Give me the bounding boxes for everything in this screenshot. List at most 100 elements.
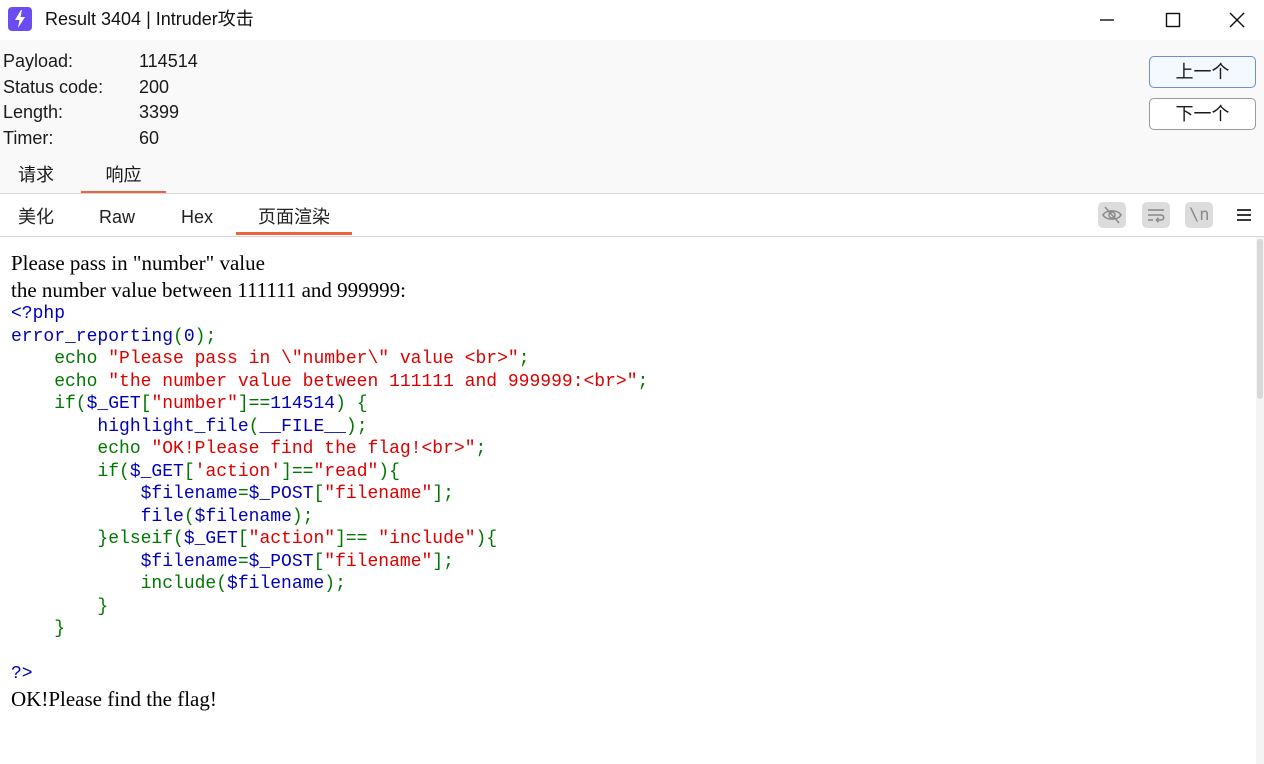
tab-request[interactable]: 请求 — [10, 160, 62, 191]
code-token: $filename — [194, 506, 292, 527]
code-token: ); — [194, 326, 217, 347]
previous-button[interactable]: 上一个 — [1149, 56, 1256, 88]
code-token: ]; — [432, 484, 454, 504]
view-mode-tabs: 美化 Raw Hex 页面渲染 \n — [0, 194, 1264, 236]
code-token: ?> — [11, 664, 33, 684]
code-token: ; — [475, 439, 487, 459]
code-token: [ — [183, 461, 195, 482]
code-token: "include" — [378, 529, 476, 549]
code-token: ); — [345, 416, 368, 437]
window-title: Result 3404 | Intruder攻击 — [45, 9, 254, 29]
maximize-button[interactable] — [1141, 0, 1205, 40]
close-button[interactable] — [1205, 0, 1264, 40]
code-token: ]; — [432, 551, 454, 572]
code-token: ( — [173, 326, 184, 347]
code-token: ; — [518, 349, 530, 369]
code-token: [ — [140, 394, 152, 414]
code-token: "number" — [151, 394, 238, 414]
vertical-scrollbar[interactable] — [1256, 237, 1264, 764]
code-line: if($_GET['action']=="read"){ — [11, 461, 648, 484]
options-menu-button[interactable] — [1230, 202, 1256, 228]
code-token: ){ — [378, 461, 400, 482]
code-token: __FILE__ — [259, 416, 346, 437]
code-line: echo "OK!Please find the flag!<br>"; — [11, 438, 648, 461]
request-response-tabs: 请求 响应 — [0, 160, 400, 194]
menu-icon — [1237, 209, 1251, 221]
hide-toggle-button[interactable] — [1098, 202, 1126, 228]
code-line: file($filename); — [11, 506, 648, 529]
code-token: $filename — [140, 551, 238, 572]
minimize-icon — [1100, 19, 1114, 21]
status-code-label: Status code: — [3, 77, 104, 97]
code-token: ( — [183, 506, 195, 527]
code-token: } — [11, 596, 109, 617]
code-token: } — [11, 619, 66, 639]
code-token: $filename — [140, 484, 238, 504]
length-value: 3399 — [139, 102, 180, 122]
code-token: error_reporting — [11, 326, 174, 347]
code-token: [ — [237, 529, 249, 549]
show-newlines-button[interactable]: \n — [1185, 202, 1213, 228]
code-token: "filename" — [324, 551, 433, 572]
payload-value: 114514 — [139, 51, 198, 71]
code-token: ) { — [335, 394, 368, 414]
code-token: $_GET — [86, 394, 141, 414]
title-bar: Result 3404 | Intruder攻击 — [0, 0, 1264, 40]
minimize-button[interactable] — [1075, 0, 1139, 40]
code-line: } — [11, 596, 648, 619]
intruder-result-window: Result 3404 | Intruder攻击 Payload: 114514… — [0, 0, 1264, 764]
code-token: = — [237, 551, 249, 572]
code-token: echo — [11, 349, 109, 369]
code-token: ){ — [475, 529, 498, 549]
code-token: echo — [11, 439, 152, 459]
scrollbar-thumb[interactable] — [1257, 239, 1263, 399]
maximize-icon — [1165, 12, 1181, 28]
code-token: "filename" — [324, 484, 433, 504]
code-token: if( — [11, 461, 130, 482]
code-token: ]== — [281, 461, 314, 482]
rendered-page-view[interactable]: Please pass in "number" value the number… — [0, 237, 1256, 764]
status-code-value: 200 — [139, 77, 170, 97]
code-line: echo "the number value between 111111 an… — [11, 371, 648, 394]
burp-lightning-icon — [8, 7, 32, 31]
code-token: ); — [324, 574, 346, 594]
code-token: 114514 — [270, 394, 336, 414]
code-token: ); — [291, 506, 314, 527]
next-button[interactable]: 下一个 — [1149, 98, 1256, 130]
rendered-text-line: OK!Please find the flag! — [11, 687, 217, 711]
code-line: <?php — [11, 303, 648, 326]
code-token: ]== — [335, 529, 379, 549]
code-token: ]== — [237, 394, 271, 414]
timer-value: 60 — [139, 128, 160, 148]
newline-icon: \n — [1189, 205, 1210, 225]
code-line: }elseif($_GET["action"]== "include"){ — [11, 528, 648, 551]
code-token: "read" — [313, 461, 379, 482]
tab-response[interactable]: 响应 — [81, 160, 166, 194]
code-token: if( — [11, 394, 87, 414]
code-token: $_GET — [183, 529, 238, 549]
code-line: if($_GET["number"]==114514) { — [11, 393, 648, 416]
timer-label: Timer: — [3, 128, 54, 148]
length-label: Length: — [3, 102, 64, 122]
word-wrap-icon — [1148, 209, 1165, 223]
code-token: [ — [313, 551, 325, 572]
code-token: $_GET — [129, 461, 184, 482]
code-line: include($filename); — [11, 573, 648, 596]
tab-raw[interactable]: Raw — [92, 194, 142, 234]
code-line: $filename=$_POST["filename"]; — [11, 483, 648, 506]
tab-hex[interactable]: Hex — [172, 194, 222, 234]
tab-render[interactable]: 页面渲染 — [236, 194, 352, 235]
code-token: "Please pass in \"number\" value <br>" — [108, 349, 519, 369]
tab-pretty[interactable]: 美化 — [8, 194, 64, 234]
payload-label: Payload: — [3, 51, 74, 71]
code-token: "action" — [248, 529, 336, 549]
hide-eye-icon — [1102, 206, 1122, 224]
code-token: = — [237, 484, 249, 504]
word-wrap-button[interactable] — [1142, 202, 1170, 228]
code-token: echo — [11, 371, 109, 392]
close-icon — [1229, 12, 1245, 28]
